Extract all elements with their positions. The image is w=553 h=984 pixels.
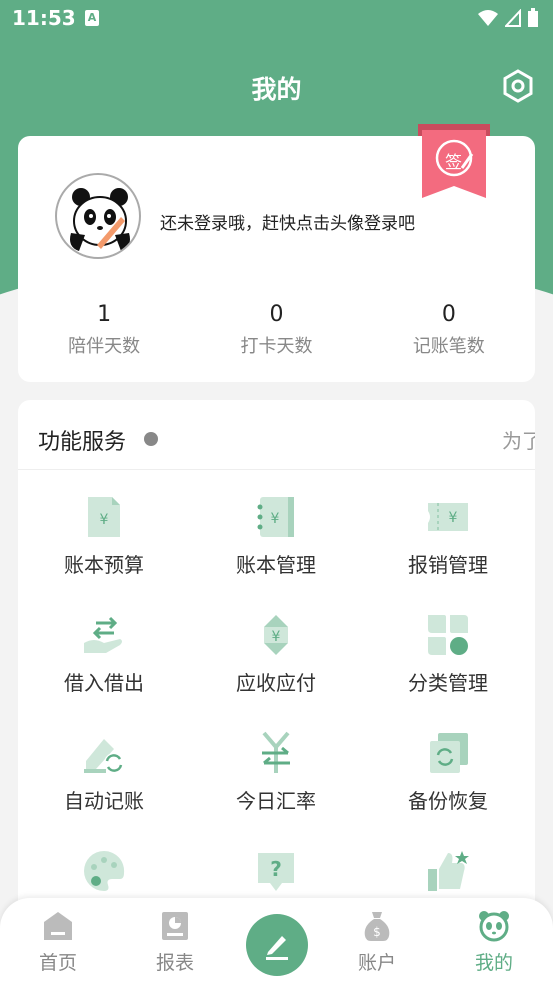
profile-card: 还未登录哦，赶快点击头像登录吧 签 1 陪伴天数 0 打卡天数 0 记账笔数 (18, 124, 535, 382)
auto-record-icon (84, 739, 124, 773)
service-exchange-rate[interactable]: 今日汇率 (190, 731, 362, 841)
svg-text:?: ? (270, 857, 282, 881)
services-marquee: 为了 (502, 429, 535, 453)
stat-companion-days: 1 陪伴天数 (18, 300, 190, 360)
page-title: 我的 (251, 75, 302, 104)
service-label: 今日汇率 (236, 789, 316, 813)
exchange-rate-icon (262, 731, 290, 773)
services-dot-indicator (144, 432, 158, 446)
thumbs-up-icon (428, 851, 469, 891)
service-label: 账本管理 (236, 553, 316, 577)
nav-label: 报表 (155, 952, 194, 974)
stat-label: 陪伴天数 (68, 336, 141, 357)
wifi-icon (478, 10, 498, 26)
stat-label: 打卡天数 (240, 336, 313, 357)
add-record-button[interactable] (246, 914, 308, 976)
service-reimburse[interactable]: ¥ 报销管理 (362, 495, 534, 605)
stat-record-count: 0 记账笔数 (363, 300, 535, 360)
svg-text:$: $ (373, 925, 381, 939)
service-auto-record[interactable]: 自动记账 (18, 731, 190, 841)
battery-icon (528, 8, 538, 27)
sign-in-badge-text: 签 (445, 153, 462, 173)
backup-restore-icon (430, 733, 468, 773)
service-label: 备份恢复 (408, 789, 488, 813)
status-icons (477, 8, 539, 28)
service-label: 应收应付 (236, 671, 316, 695)
services-title: 功能服务 (38, 430, 127, 455)
stat-label: 记账笔数 (412, 336, 485, 357)
service-ledger-manage[interactable]: ¥ 账本管理 (190, 495, 362, 605)
report-icon (162, 912, 188, 940)
status-bar: 11:53 A (0, 0, 553, 38)
nav-label: 首页 (38, 952, 77, 974)
bottom-nav: 首页 报表 $ 账户 我的 (0, 898, 553, 984)
settings-icon[interactable] (501, 69, 535, 103)
service-budget[interactable]: ¥ 账本预算 (18, 495, 190, 605)
nav-report[interactable]: 报表 (135, 910, 215, 975)
service-backup-restore[interactable]: 备份恢复 (362, 731, 534, 841)
svg-text:¥: ¥ (271, 511, 280, 527)
stat-value: 1 (97, 302, 112, 327)
nav-label: 我的 (474, 952, 513, 974)
status-time: 11:53 (12, 6, 76, 30)
nav-account[interactable]: $ 账户 (337, 910, 417, 975)
service-category[interactable]: 分类管理 (362, 613, 534, 723)
login-prompt[interactable]: 还未登录哦，赶快点击头像登录吧 (160, 209, 415, 234)
services-header: 功能服务 为了 (18, 400, 535, 470)
service-label: 账本预算 (64, 553, 144, 577)
sign-in-ribbon[interactable]: 签 (418, 124, 490, 202)
svg-text:¥: ¥ (449, 510, 458, 526)
signal-icon (505, 9, 521, 27)
service-label: 自动记账 (64, 789, 144, 813)
reimburse-icon: ¥ (428, 503, 468, 531)
services-card: 功能服务 为了 ¥ 账本预算 ¥ 账本管理 ¥ 报销管理 借入借出 ¥ 应收应付… (18, 400, 535, 984)
nav-label: 账户 (357, 952, 396, 974)
palette-icon (84, 850, 125, 891)
category-icon (428, 615, 468, 655)
notification-icon: A (85, 10, 99, 26)
nav-home[interactable]: 首页 (18, 910, 98, 975)
borrow-lend-icon (84, 616, 122, 653)
panda-avatar-icon (70, 188, 130, 251)
service-borrow-lend[interactable]: 借入借出 (18, 613, 190, 723)
service-label: 借入借出 (64, 671, 144, 695)
receivable-payable-icon: ¥ (264, 615, 288, 655)
pencil-icon (266, 936, 288, 960)
svg-text:¥: ¥ (100, 512, 109, 528)
svg-text:¥: ¥ (272, 629, 281, 645)
home-icon (44, 912, 72, 940)
stats-row: 1 陪伴天数 0 打卡天数 0 记账笔数 (18, 300, 535, 360)
account-icon: $ (364, 912, 390, 941)
stat-value: 0 (269, 302, 284, 327)
help-icon: ? (258, 853, 294, 891)
stat-value: 0 (441, 302, 456, 327)
service-receivable-payable[interactable]: ¥ 应收应付 (190, 613, 362, 723)
panda-icon (479, 911, 509, 942)
stat-checkin-days: 0 打卡天数 (190, 300, 362, 360)
budget-icon: ¥ (88, 497, 120, 537)
nav-mine[interactable]: 我的 (454, 910, 534, 975)
ledger-manage-icon: ¥ (257, 497, 294, 537)
avatar[interactable] (55, 173, 141, 259)
service-label: 分类管理 (408, 671, 488, 695)
service-label: 报销管理 (408, 553, 488, 577)
